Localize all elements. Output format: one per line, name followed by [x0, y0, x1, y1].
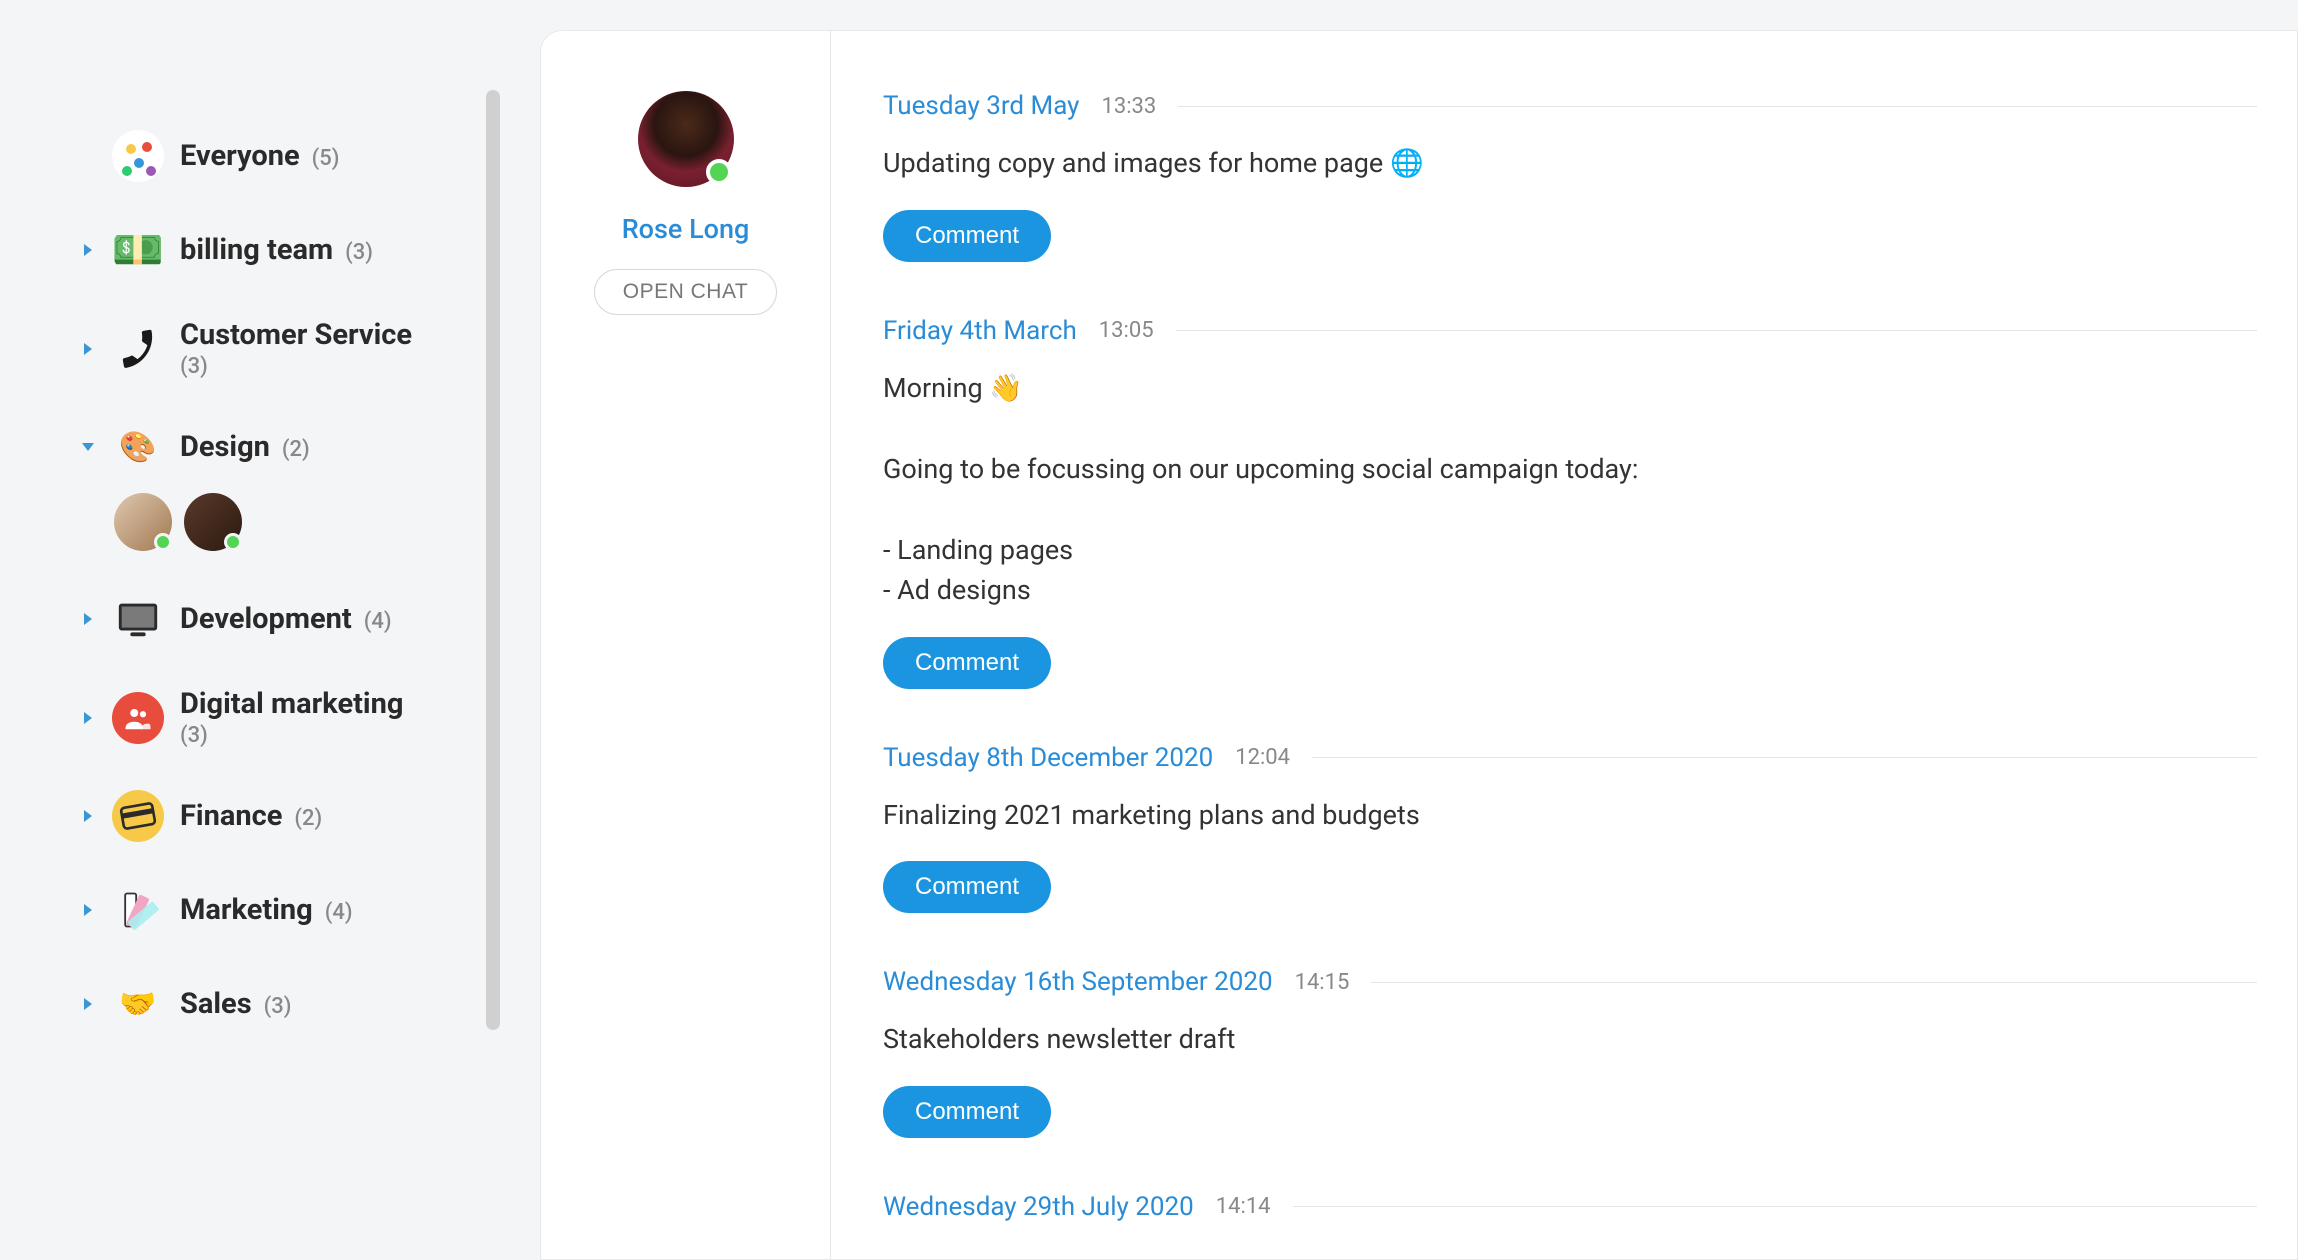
divider	[1176, 330, 2257, 331]
entry-date: Wednesday 16th September 2020	[883, 967, 1273, 997]
entry-date: Tuesday 8th December 2020	[883, 743, 1213, 773]
profile-name[interactable]: Rose Long	[622, 213, 750, 245]
group-count: (2)	[294, 806, 322, 831]
sidebar-group-customer-service[interactable]: Customer Service (3)	[80, 318, 500, 379]
feed-entry: Wednesday 29th July 2020 14:14	[883, 1192, 2257, 1222]
sidebar-scrollbar[interactable]	[486, 90, 500, 1090]
group-count: (3)	[264, 994, 292, 1019]
group-count: (4)	[325, 900, 353, 925]
divider	[1178, 106, 2257, 107]
sidebar-group-development[interactable]: Development (4)	[80, 593, 500, 645]
comment-button[interactable]: Comment	[883, 210, 1051, 262]
cash-icon: 💵	[112, 224, 164, 276]
confetti-icon	[112, 130, 164, 182]
chevron-right-icon[interactable]	[80, 242, 96, 258]
profile-avatar[interactable]	[638, 91, 734, 187]
chevron-right-icon[interactable]	[80, 611, 96, 627]
chevron-right-icon[interactable]	[80, 996, 96, 1012]
group-title: Development	[180, 602, 352, 636]
member-avatar[interactable]	[184, 493, 242, 551]
sidebar-group-sales[interactable]: 🤝 Sales (3)	[80, 978, 500, 1030]
divider	[1312, 757, 2257, 758]
credit-card-icon	[112, 790, 164, 842]
entry-time: 14:15	[1295, 970, 1350, 995]
people-icon	[112, 692, 164, 744]
comment-button[interactable]: Comment	[883, 1086, 1051, 1138]
chevron-right-icon[interactable]	[80, 710, 96, 726]
entry-body: Morning 👋 Going to be focussing on our u…	[883, 368, 2257, 611]
entry-time: 12:04	[1235, 745, 1290, 770]
group-count: (2)	[282, 437, 310, 462]
group-title: Digital marketing	[180, 687, 403, 721]
group-count: (3)	[180, 723, 208, 748]
entry-date: Friday 4th March	[883, 316, 1077, 346]
chevron-right-icon[interactable]	[80, 902, 96, 918]
entry-time: 14:14	[1216, 1194, 1271, 1219]
presence-online-icon	[154, 533, 172, 551]
entry-date: Tuesday 3rd May	[883, 91, 1079, 121]
entry-body: Updating copy and images for home page 🌐	[883, 143, 2257, 184]
feed-entry: Tuesday 3rd May 13:33 Updating copy and …	[883, 91, 2257, 262]
main-panel: Rose Long OPEN CHAT Tuesday 3rd May 13:3…	[540, 30, 2298, 1260]
sidebar-group-everyone[interactable]: Everyone (5)	[80, 130, 500, 182]
group-title: billing team	[180, 233, 333, 267]
handshake-icon: 🤝	[112, 978, 164, 1030]
group-title: Design	[180, 430, 270, 464]
sidebar-group-design[interactable]: 🎨 Design (2)	[80, 421, 500, 551]
divider	[1371, 982, 2257, 983]
group-count: (5)	[312, 146, 340, 171]
group-title: Sales	[180, 987, 252, 1021]
group-count: (3)	[345, 240, 373, 265]
group-count: (3)	[180, 354, 208, 379]
group-count: (4)	[364, 609, 392, 634]
entry-body: Stakeholders newsletter draft	[883, 1019, 2257, 1060]
chevron-down-icon[interactable]	[80, 439, 96, 455]
presence-online-icon	[224, 533, 242, 551]
phone-icon	[112, 323, 164, 375]
feed-entry: Tuesday 8th December 2020 12:04 Finalizi…	[883, 743, 2257, 914]
divider	[1293, 1206, 2257, 1207]
palette-icon: 🎨	[112, 421, 164, 473]
chevron-right-icon[interactable]	[80, 341, 96, 357]
group-title: Finance	[180, 799, 282, 833]
entry-date: Wednesday 29th July 2020	[883, 1192, 1194, 1222]
group-title: Marketing	[180, 893, 313, 927]
sidebar: Everyone (5) 💵 billing team (3)	[0, 0, 540, 1260]
open-chat-button[interactable]: OPEN CHAT	[594, 269, 777, 315]
group-members	[80, 493, 500, 551]
swatch-icon	[112, 884, 164, 936]
feed-entry: Friday 4th March 13:05 Morning 👋 Going t…	[883, 316, 2257, 689]
comment-button[interactable]: Comment	[883, 637, 1051, 689]
chevron-right-icon[interactable]	[80, 808, 96, 824]
entry-body: Finalizing 2021 marketing plans and budg…	[883, 795, 2257, 836]
feed-entry: Wednesday 16th September 2020 14:15 Stak…	[883, 967, 2257, 1138]
member-avatar[interactable]	[114, 493, 172, 551]
profile-column: Rose Long OPEN CHAT	[541, 31, 831, 1259]
group-title: Everyone	[180, 139, 300, 173]
comment-button[interactable]: Comment	[883, 861, 1051, 913]
sidebar-group-billing[interactable]: 💵 billing team (3)	[80, 224, 500, 276]
sidebar-group-marketing[interactable]: Marketing (4)	[80, 884, 500, 936]
sidebar-group-finance[interactable]: Finance (2)	[80, 790, 500, 842]
presence-online-icon	[706, 159, 732, 185]
entry-time: 13:05	[1099, 318, 1154, 343]
screen-icon	[112, 593, 164, 645]
feed: Tuesday 3rd May 13:33 Updating copy and …	[831, 31, 2297, 1259]
sidebar-group-digital-marketing[interactable]: Digital marketing (3)	[80, 687, 500, 748]
entry-time: 13:33	[1101, 94, 1156, 119]
group-title: Customer Service	[180, 318, 412, 352]
